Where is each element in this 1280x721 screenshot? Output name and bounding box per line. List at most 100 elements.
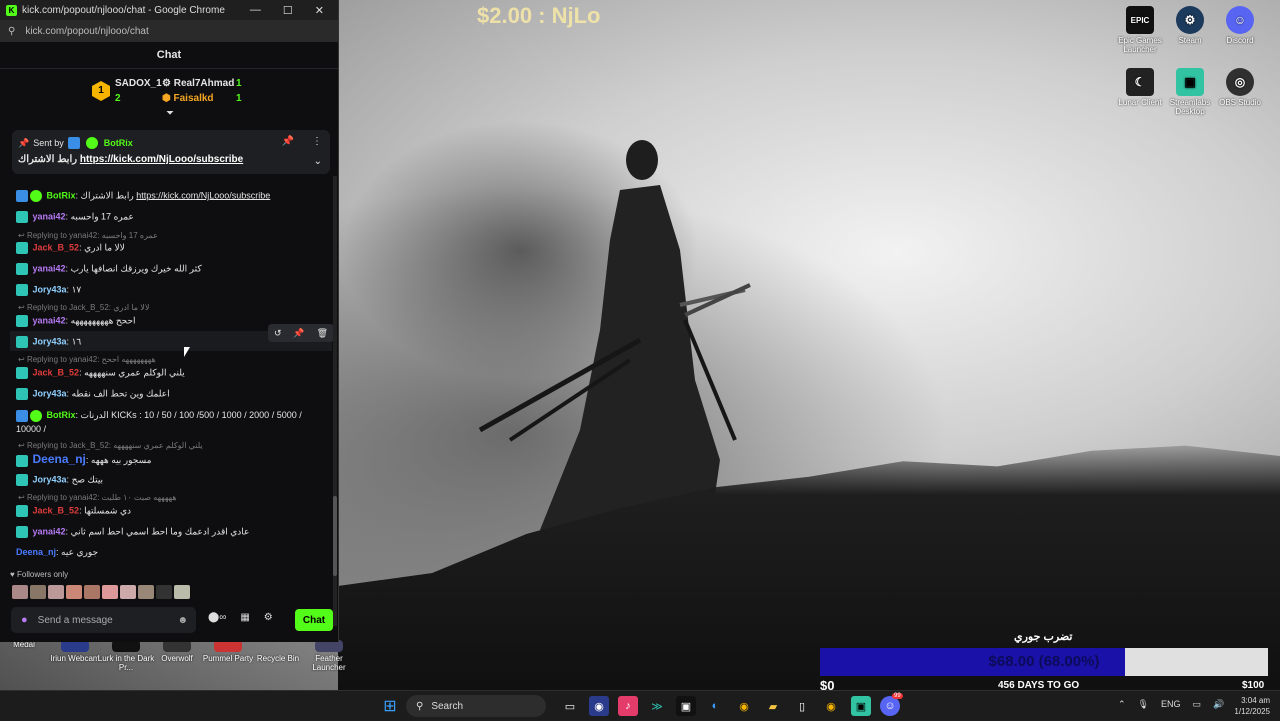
pinned-content: رابط الاشتراك https://kick.com/NjLooo/su… xyxy=(18,154,243,165)
file-explorer-icon[interactable]: ▰ xyxy=(763,696,783,716)
message-user[interactable]: yanai42 xyxy=(33,211,66,221)
bot-badge-icon xyxy=(16,409,28,422)
microphone-icon[interactable]: ● xyxy=(21,614,28,626)
message-user[interactable]: Jack_B_52 xyxy=(33,242,80,252)
send-chat-button[interactable]: Chat xyxy=(295,609,333,631)
desktop-icon-discord[interactable]: ☺ Discord xyxy=(1210,6,1270,45)
message-user[interactable]: Jory43a xyxy=(33,474,67,484)
message-user[interactable]: yanai42 xyxy=(33,263,66,273)
desktop-icon-obs[interactable]: ◎ OBS Studio xyxy=(1210,68,1270,107)
desktop-icon-feather[interactable]: Feather Launcher xyxy=(299,640,359,672)
feather-taskbar-icon[interactable]: ≫ xyxy=(647,696,667,716)
streamlabs-taskbar-icon[interactable]: ▣ xyxy=(851,696,871,716)
message-user[interactable]: BotRix xyxy=(47,410,76,420)
minimize-button[interactable]: — xyxy=(250,4,261,17)
chat-message[interactable]: Deena_nj: جوري عيه xyxy=(16,547,98,558)
discord-taskbar-icon[interactable]: ☺ xyxy=(880,696,900,716)
tiktok-icon[interactable]: ♪ xyxy=(618,696,638,716)
chat-message[interactable]: yanai42: اححح هههههههههه xyxy=(16,315,136,327)
message-user[interactable]: Deena_nj xyxy=(33,452,86,466)
emote[interactable] xyxy=(66,585,82,599)
reply-context: ↩ Replying to Jack_B_52: لالا ما ادري xyxy=(18,303,150,312)
chat-scrollbar[interactable] xyxy=(333,176,337,626)
emote[interactable] xyxy=(156,585,172,599)
site-info-icon[interactable]: ⚲ xyxy=(8,26,15,37)
message-user[interactable]: Jory43a xyxy=(33,388,67,398)
message-text: اححح هههههههههه xyxy=(70,315,136,326)
settings-icon[interactable]: ⚙ xyxy=(264,612,273,623)
chat-message[interactable]: Jory43a: ١٧ xyxy=(16,284,81,296)
network-icon[interactable]: ▭ xyxy=(1193,699,1202,710)
emote[interactable] xyxy=(174,585,190,599)
iriun-taskbar-icon[interactable]: ◉ xyxy=(589,696,609,716)
chat-message[interactable]: yanai42: كثر الله خيرك ويرزقك انصافها يا… xyxy=(16,263,202,275)
message-user[interactable]: Deena_nj xyxy=(16,547,56,557)
moderator-badge-icon xyxy=(85,137,98,149)
task-view-icon[interactable]: ▭ xyxy=(560,696,580,716)
message-link[interactable]: https://kick.com/NjLooo/subscribe xyxy=(136,190,270,200)
close-button[interactable]: ✕ xyxy=(315,4,324,17)
message-user[interactable]: BotRix xyxy=(47,190,76,200)
delete-icon[interactable]: 🗑 xyxy=(317,328,328,339)
message-user[interactable]: yanai42 xyxy=(33,526,66,536)
microphone-tray-icon[interactable]: 🎙 xyxy=(1138,699,1149,710)
chevron-up-icon[interactable]: ⌃ xyxy=(1118,699,1126,710)
pinned-message[interactable]: 📌 Sent by BotRix رابط الاشتراك https://k… xyxy=(12,130,330,174)
notepad-icon[interactable]: ▯ xyxy=(792,696,812,716)
chat-message[interactable]: Jack_B_52: دي شمسلتها xyxy=(16,505,131,517)
pinned-link[interactable]: https://kick.com/NjLooo/subscribe xyxy=(80,154,243,165)
scrollbar-thumb[interactable] xyxy=(333,496,337,576)
chat-header: Chat xyxy=(0,42,338,69)
leader-third-name[interactable]: ⬢ Faisalkd xyxy=(162,93,214,104)
pinned-user[interactable]: BotRix xyxy=(104,138,133,148)
emote[interactable] xyxy=(48,585,64,599)
emote[interactable] xyxy=(12,585,28,599)
subscriber-badge-icon xyxy=(16,336,28,348)
message-user[interactable]: Jory43a xyxy=(33,284,67,294)
chrome-active-icon[interactable]: ◉ xyxy=(821,696,841,716)
edge-icon[interactable]: ◐ xyxy=(705,696,725,716)
emote[interactable] xyxy=(120,585,136,599)
chat-message[interactable]: BotRix: الدرنات KICKs : 10 / 50 / 100 /5… xyxy=(16,408,316,436)
message-user[interactable]: Jack_B_52 xyxy=(33,367,80,377)
expand-leaderboard-icon[interactable]: ⏷ xyxy=(166,108,174,119)
emote[interactable] xyxy=(138,585,154,599)
chat-message[interactable]: BotRix: رابط الاشتراك https://kick.com/N… xyxy=(16,190,270,202)
message-user[interactable]: yanai42 xyxy=(33,315,66,325)
donation-alert: $2.00 : NjLo xyxy=(477,3,601,28)
chat-message[interactable]: Jack_B_52: يلني الوكلم عمري سنههههه xyxy=(16,367,185,379)
chat-message[interactable]: yanai42: عادي اقدر ادعمك وما احط اسمي اح… xyxy=(16,526,249,538)
more-options-icon[interactable]: ⋮ xyxy=(312,136,322,147)
taskbar-search[interactable]: ⚲ Search xyxy=(406,695,546,717)
chat-message[interactable]: Jory43a: ١٦ xyxy=(16,336,81,348)
language-indicator[interactable]: ENG xyxy=(1161,699,1181,710)
pin-message-icon[interactable]: 📌 xyxy=(293,328,304,339)
chat-message[interactable]: Jory43a: اعلمك وين تحط الف نقطه xyxy=(16,388,170,400)
system-clock[interactable]: 3:04 am 1/12/2025 xyxy=(1226,695,1270,717)
pinned-sent-by: Sent by xyxy=(33,138,64,148)
volume-icon[interactable]: 🔊 xyxy=(1213,699,1224,710)
unpin-icon[interactable]: 📌 xyxy=(282,136,294,147)
chat-message[interactable]: Jack_B_52: لالا ما ادري xyxy=(16,242,125,254)
kick-points-button[interactable]: ⬤∞ xyxy=(208,612,226,623)
message-user[interactable]: Jack_B_52 xyxy=(33,505,80,515)
store-icon[interactable]: ▦ xyxy=(240,612,249,623)
leader-second-name[interactable]: ⚙ Real7Ahmad xyxy=(162,78,234,89)
capcut-icon[interactable]: ▣ xyxy=(676,696,696,716)
chat-message[interactable]: yanai42: عمره 17 واحسبه xyxy=(16,211,134,223)
emote[interactable] xyxy=(102,585,118,599)
emoji-icon[interactable]: ☻ xyxy=(177,615,188,626)
emote[interactable] xyxy=(30,585,46,599)
chat-input[interactable]: ● Send a message ☻ xyxy=(11,607,196,633)
leader-top-name[interactable]: SADOX_1 xyxy=(115,78,162,89)
windows-start-icon[interactable]: ⊞ xyxy=(380,696,400,716)
chrome-icon[interactable]: ◉ xyxy=(734,696,754,716)
message-user[interactable]: Jory43a xyxy=(33,336,67,346)
chevron-down-icon[interactable]: ⌄ xyxy=(314,156,322,167)
chat-message[interactable]: Jory43a: بيتك صح xyxy=(16,474,103,486)
address-bar[interactable]: ⚲ kick.com/popout/njlooo/chat xyxy=(0,20,338,42)
chat-message[interactable]: Deena_nj: مسجور بيه هههه xyxy=(16,452,151,467)
reply-icon[interactable]: ↺ xyxy=(274,328,282,339)
maximize-button[interactable]: ☐ xyxy=(283,4,293,17)
emote[interactable] xyxy=(84,585,100,599)
